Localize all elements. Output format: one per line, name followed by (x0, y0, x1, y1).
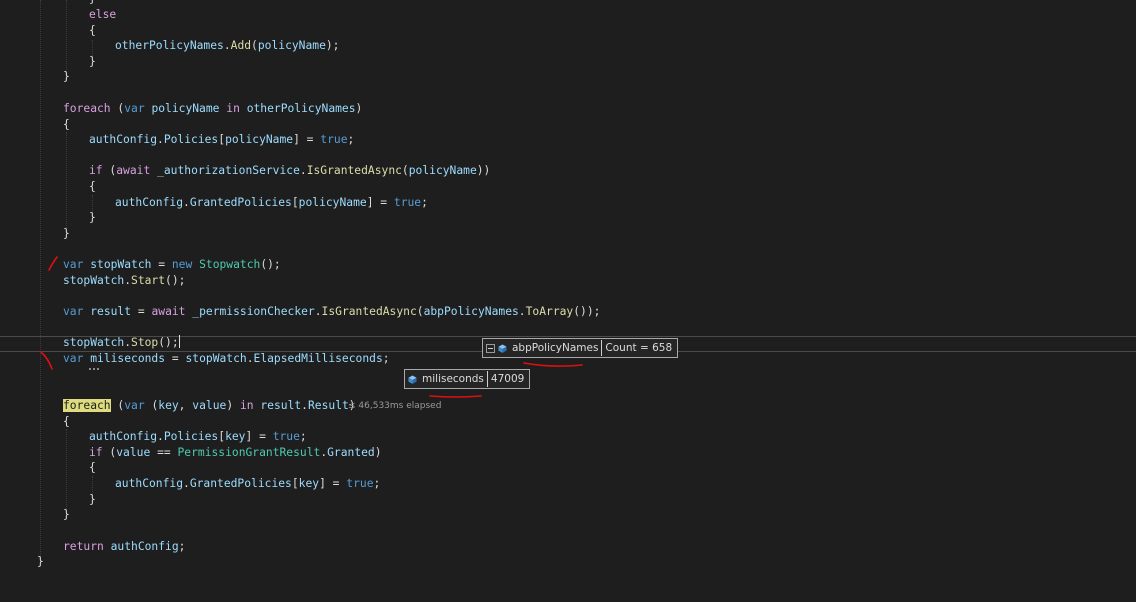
code-line: var miliseconds = stopWatch.ElapsedMilli… (63, 352, 390, 365)
code-line: authConfig.Policies[policyName] = true; (89, 133, 355, 146)
red-underline (523, 362, 583, 367)
field-cube-icon (408, 374, 417, 384)
code-line: } (63, 70, 70, 83)
code-line: authConfig.Policies[key] = true; (89, 430, 307, 443)
datatip-miliseconds[interactable]: miliseconds 47009 (404, 369, 531, 389)
code-line: foreach (var (key, value) in result.Resu… (63, 399, 356, 412)
datatip-value[interactable]: Count = 658 (602, 342, 677, 354)
code-line: } (89, 211, 96, 224)
code-line: { (89, 461, 96, 474)
field-cube-icon (498, 343, 507, 353)
code-line: } (89, 493, 96, 506)
code-line: return authConfig; (63, 540, 186, 553)
suggestion-dots (89, 365, 99, 370)
code-line: authConfig.GrantedPolicies[key] = true; (115, 477, 381, 490)
expand-icon[interactable] (486, 343, 495, 353)
code-line: if (value == PermissionGrantResult.Grant… (89, 446, 382, 459)
code-line: } (0, 0, 96, 7)
datatip-name: miliseconds (422, 373, 484, 385)
code-line: else (89, 8, 117, 21)
code-line: { (89, 180, 96, 193)
code-line: foreach (var policyName in otherPolicyNa… (63, 102, 363, 115)
indent-guide (66, 0, 67, 70)
datatip-value[interactable]: 47009 (488, 373, 529, 385)
datatip-abppolicynames[interactable]: abpPolicyNames Count = 658 (482, 338, 679, 358)
code-line: stopWatch.Start(); (63, 274, 186, 287)
perf-tip-elapsed[interactable]: ≤ 46,533ms elapsed (348, 397, 441, 415)
text-caret (178, 335, 180, 348)
code-line: } (89, 55, 96, 68)
code-line: authConfig.GrantedPolicies[policyName] =… (115, 196, 428, 209)
code-line: var result = await _permissionChecker.Is… (63, 305, 601, 318)
red-tick-mark (40, 351, 53, 370)
code-editor[interactable]: } else { otherPolicyNames.Add(policyName… (0, 0, 1136, 572)
code-line: } (63, 508, 70, 521)
code-line: { (63, 118, 70, 131)
indent-guide (66, 429, 67, 509)
red-tick-mark (48, 256, 58, 271)
code-line: } (63, 227, 70, 240)
datatip-name: abpPolicyNames (512, 342, 599, 354)
code-line-current: stopWatch.Stop(); (63, 335, 180, 349)
code-line: { (89, 24, 96, 37)
indent-guide (40, 0, 41, 560)
indent-guide (66, 132, 67, 228)
code-line: var stopWatch = new Stopwatch(); (63, 258, 281, 271)
code-line: otherPolicyNames.Add(policyName); (115, 39, 340, 52)
code-line: if (await _authorizationService.IsGrante… (89, 164, 491, 177)
code-line: } (37, 555, 44, 568)
code-line: { (63, 415, 70, 428)
